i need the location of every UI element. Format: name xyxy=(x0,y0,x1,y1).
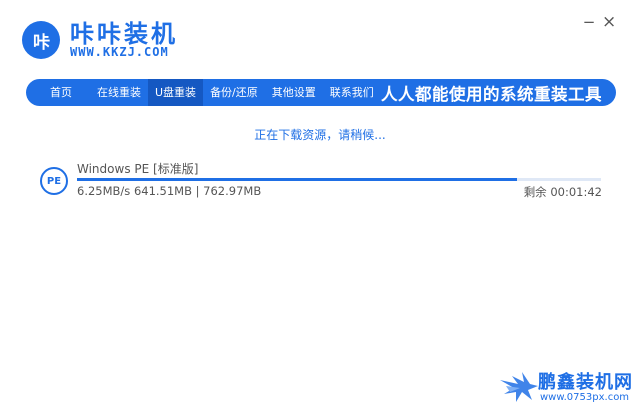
eagle-logo-icon xyxy=(500,372,538,402)
pe-icon: PE xyxy=(40,167,68,195)
download-progress-bar xyxy=(77,178,601,181)
app-title: 咔咔装机 xyxy=(70,20,178,48)
nav-item-usb-reinstall[interactable]: U盘重装 xyxy=(148,79,204,106)
nav-bar: 首页 在线重装 U盘重装 备份/还原 其他设置 联系我们 人人都能使用的系统重装… xyxy=(26,79,616,106)
nav-slogan: 人人都能使用的系统重装工具 xyxy=(381,84,602,104)
nav-item-contact-us[interactable]: 联系我们 xyxy=(323,79,381,106)
watermark: 鹏鑫装机网 www.0753px.com xyxy=(498,366,640,408)
watermark-title: 鹏鑫装机网 xyxy=(538,372,633,393)
nav-item-online-reinstall[interactable]: 在线重装 xyxy=(90,79,148,106)
nav-item-backup-restore[interactable]: 备份/还原 xyxy=(203,79,265,106)
nav-item-other-settings[interactable]: 其他设置 xyxy=(265,79,323,106)
close-button[interactable]: × xyxy=(602,14,616,31)
download-remaining-time: 剩余 00:01:42 xyxy=(523,185,602,199)
watermark-url: www.0753px.com xyxy=(540,392,630,403)
download-progress-text: 6.25MB/s 641.51MB | 762.97MB xyxy=(77,184,262,198)
app-logo: 咔 xyxy=(22,21,60,59)
download-file-name: Windows PE [标准版] xyxy=(77,162,199,176)
download-progress-fill xyxy=(77,178,518,181)
minimize-button[interactable]: − xyxy=(582,15,596,30)
app-url: WWW.KKZJ.COM xyxy=(70,45,169,59)
logo-text: 咔 xyxy=(33,32,50,53)
pe-icon-text: PE xyxy=(46,175,62,187)
status-text: 正在下载资源，请稍候... xyxy=(254,128,386,142)
nav-item-home[interactable]: 首页 xyxy=(26,79,90,106)
